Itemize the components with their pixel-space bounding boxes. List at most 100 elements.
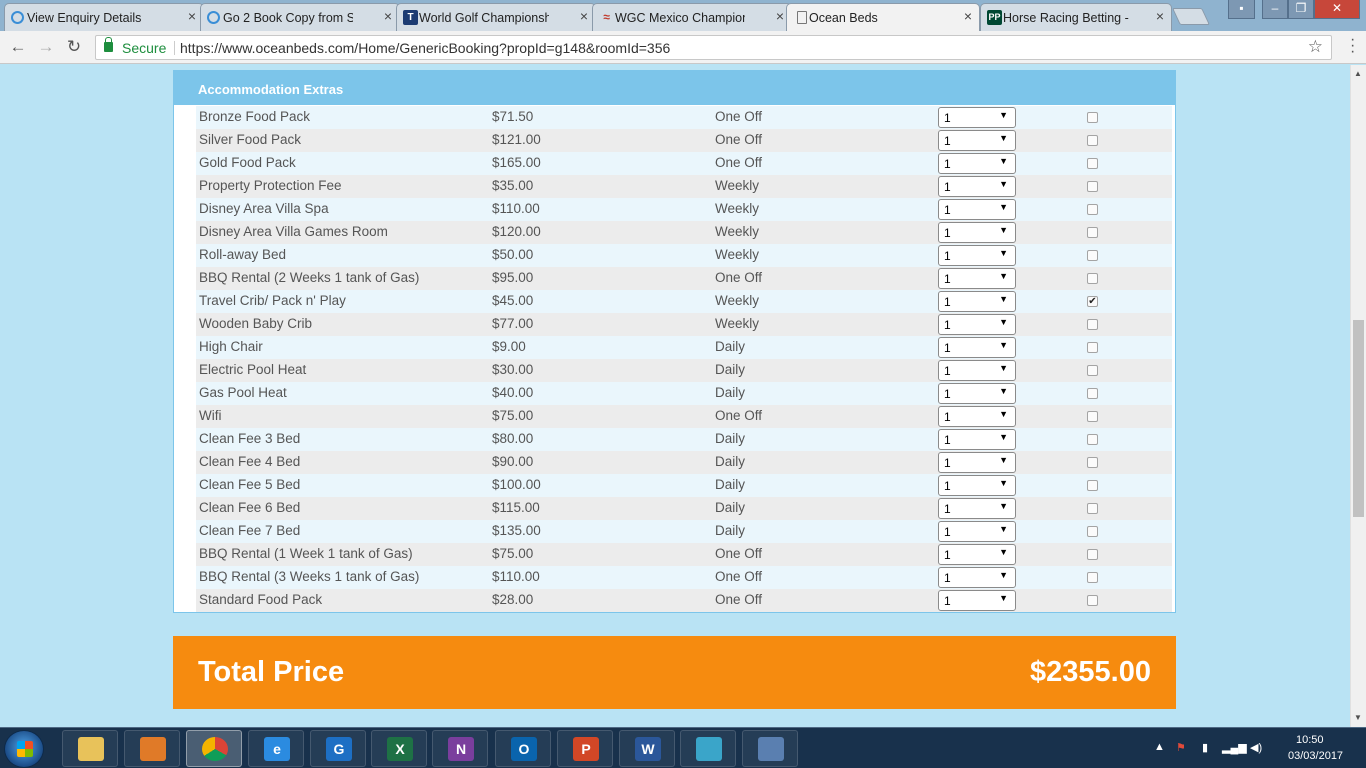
scrollbar-thumb[interactable] [1353, 320, 1364, 517]
extra-select-checkbox[interactable] [1087, 480, 1098, 491]
taskbar-media-player[interactable] [124, 730, 180, 767]
taskbar-excel[interactable]: X [371, 730, 427, 767]
extra-select-checkbox[interactable] [1087, 158, 1098, 169]
url-text[interactable]: https://www.oceanbeds.com/Home/GenericBo… [180, 40, 670, 56]
show-hidden-icons[interactable]: ▲ [1154, 741, 1165, 753]
taskbar-chrome[interactable] [186, 730, 242, 767]
taskbar-powerpoint[interactable]: P [557, 730, 613, 767]
close-icon[interactable]: × [964, 8, 972, 24]
bookmark-star-icon[interactable]: ☆ [1308, 37, 1323, 57]
reload-button[interactable]: ↻ [64, 37, 84, 57]
extra-select-checkbox[interactable] [1087, 181, 1098, 192]
extra-select-checkbox[interactable] [1087, 457, 1098, 468]
taskbar-outlook[interactable]: O [495, 730, 551, 767]
extra-select-checkbox[interactable] [1087, 273, 1098, 284]
minimize-button[interactable]: – [1262, 0, 1288, 19]
extra-select-checkbox[interactable] [1087, 319, 1098, 330]
total-price-bar: Total Price $2355.00 [173, 636, 1176, 709]
extra-frequency: Daily [715, 523, 746, 538]
quantity-select[interactable]: 1 ▼ [938, 130, 1016, 151]
extra-frequency: Daily [715, 500, 746, 515]
quantity-select[interactable]: 1 ▼ [938, 590, 1016, 611]
taskbar-tool[interactable] [680, 730, 736, 767]
battery-icon[interactable]: ▮ [1202, 741, 1208, 754]
start-button[interactable] [4, 730, 44, 768]
quantity-select[interactable]: 1 ▼ [938, 245, 1016, 266]
quantity-select[interactable]: 1 ▼ [938, 360, 1016, 381]
clock-date[interactable]: 03/03/2017 [1288, 750, 1343, 762]
tab-world-golf-championships[interactable]: T World Golf Championships × [396, 3, 596, 31]
extra-select-checkbox[interactable] [1087, 388, 1098, 399]
close-icon[interactable]: × [1156, 8, 1164, 24]
quantity-select[interactable]: 1 ▼ [938, 498, 1016, 519]
quantity-select[interactable]: 1 ▼ [938, 199, 1016, 220]
extra-select-checkbox[interactable] [1087, 204, 1098, 215]
quantity-select[interactable]: 1 ▼ [938, 429, 1016, 450]
extra-name: Clean Fee 5 Bed [199, 477, 301, 492]
quantity-select[interactable]: 1 ▼ [938, 314, 1016, 335]
extra-select-checkbox[interactable] [1087, 595, 1098, 606]
back-button[interactable]: ← [8, 37, 28, 57]
quantity-select[interactable]: 1 ▼ [938, 383, 1016, 404]
extra-select-checkbox[interactable] [1087, 250, 1098, 261]
quantity-select[interactable]: 1 ▼ [938, 406, 1016, 427]
extra-select-checkbox[interactable] [1087, 365, 1098, 376]
close-icon[interactable]: × [580, 8, 588, 24]
extra-select-checkbox[interactable] [1087, 342, 1098, 353]
quantity-select[interactable]: 1 ▼ [938, 475, 1016, 496]
quantity-select[interactable]: 1 ▼ [938, 268, 1016, 289]
restore-button[interactable]: ❐ [1288, 0, 1314, 19]
extra-select-checkbox[interactable] [1087, 411, 1098, 422]
extra-select-checkbox[interactable] [1087, 135, 1098, 146]
page-scrollbar[interactable]: ▲ ▼ [1350, 65, 1366, 727]
taskbar-remote[interactable] [742, 730, 798, 767]
menu-button[interactable]: · · · [1350, 32, 1356, 60]
secure-label: Secure [122, 40, 167, 56]
tab-horse-racing[interactable]: PP Horse Racing Betting - R × [980, 3, 1172, 31]
quantity-select[interactable]: 1 ▼ [938, 107, 1016, 128]
close-icon[interactable]: × [776, 8, 784, 24]
scroll-up-icon[interactable]: ▲ [1354, 69, 1362, 78]
extra-price: $121.00 [492, 132, 541, 147]
quantity-select[interactable]: 1 ▼ [938, 337, 1016, 358]
profile-button[interactable]: ▪ [1228, 0, 1255, 19]
extra-select-checkbox[interactable] [1087, 112, 1098, 123]
quantity-select[interactable]: 1 ▼ [938, 176, 1016, 197]
extra-select-checkbox[interactable] [1087, 434, 1098, 445]
tab-go2book-copy[interactable]: Go 2 Book Copy from SP × [200, 3, 400, 31]
dropdown-arrow-icon: ▼ [999, 501, 1008, 511]
network-icon[interactable]: ▂▄▆ [1222, 741, 1247, 754]
quantity-select[interactable]: 1 ▼ [938, 452, 1016, 473]
taskbar-onenote[interactable]: N [432, 730, 488, 767]
quantity-select[interactable]: 1 ▼ [938, 222, 1016, 243]
quantity-select[interactable]: 1 ▼ [938, 153, 1016, 174]
volume-icon[interactable]: ◀) [1250, 741, 1262, 754]
scroll-down-icon[interactable]: ▼ [1354, 713, 1362, 722]
tab-ocean-beds[interactable]: Ocean Beds × [786, 3, 980, 31]
quantity-select[interactable]: 1 ▼ [938, 291, 1016, 312]
forward-button[interactable]: → [36, 37, 56, 57]
extra-row: Electric Pool Heat $30.00 Daily 1 ▼ [196, 359, 1172, 382]
extra-select-checkbox[interactable] [1087, 572, 1098, 583]
close-icon[interactable]: × [188, 8, 196, 24]
quantity-select[interactable]: 1 ▼ [938, 567, 1016, 588]
close-window-button[interactable]: ✕ [1314, 0, 1360, 19]
extra-select-checkbox[interactable] [1087, 549, 1098, 560]
extra-select-checkbox[interactable] [1087, 526, 1098, 537]
close-icon[interactable]: × [384, 8, 392, 24]
quantity-select[interactable]: 1 ▼ [938, 521, 1016, 542]
new-tab-button[interactable] [1172, 8, 1210, 25]
taskbar-web-app[interactable]: G [310, 730, 366, 767]
taskbar-word[interactable]: W [619, 730, 675, 767]
extra-select-checkbox[interactable] [1087, 503, 1098, 514]
clock-time[interactable]: 10:50 [1296, 734, 1324, 746]
tab-wgc-mexico[interactable]: ≈ WGC Mexico Championship × [592, 3, 792, 31]
quantity-select[interactable]: 1 ▼ [938, 544, 1016, 565]
extra-select-checkbox[interactable]: ✔ [1087, 296, 1098, 307]
taskbar-file-explorer[interactable] [62, 730, 118, 767]
address-bar[interactable]: Secure https://www.oceanbeds.com/Home/Ge… [95, 35, 1332, 60]
taskbar-internet-explorer[interactable]: e [248, 730, 304, 767]
action-center-icon[interactable]: ⚑ [1176, 741, 1186, 754]
extra-select-checkbox[interactable] [1087, 227, 1098, 238]
tab-view-enquiry-details[interactable]: View Enquiry Details × [4, 3, 204, 31]
